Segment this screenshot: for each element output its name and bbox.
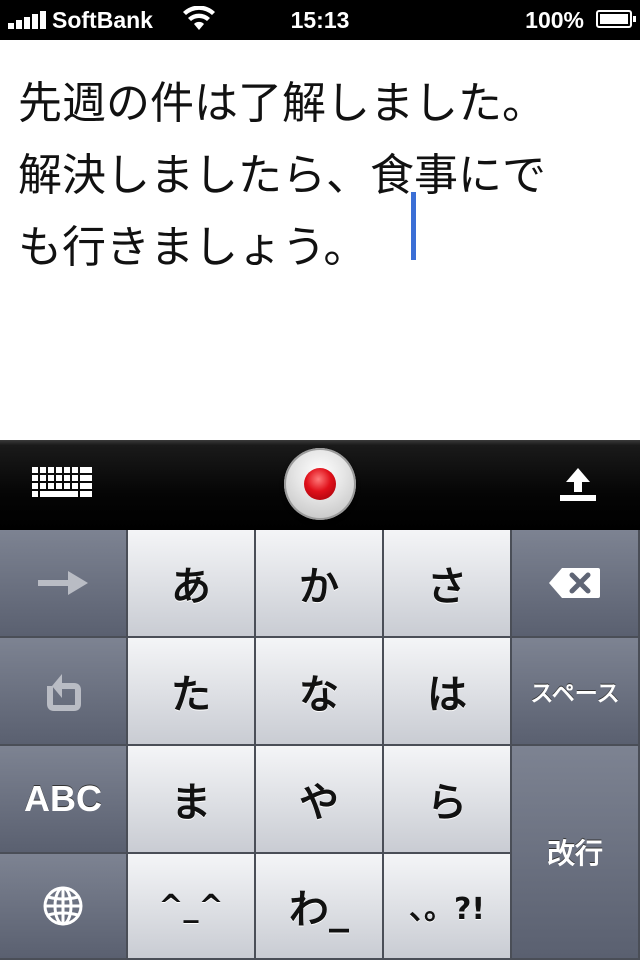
next-key[interactable] xyxy=(0,530,128,638)
note-line: も行きましょう。 xyxy=(18,222,368,273)
key-ma[interactable]: ま xyxy=(128,746,256,854)
space-key-label: スペース xyxy=(530,681,620,707)
key-ta[interactable]: た xyxy=(128,638,256,746)
text-cursor xyxy=(411,192,416,260)
key-punctuation[interactable]: 、。?! xyxy=(384,854,512,960)
key-emoticon-label: ^_^ xyxy=(158,888,224,924)
key-ta-label: た xyxy=(171,672,211,718)
key-ka-label: か xyxy=(299,564,339,610)
battery-icon xyxy=(596,10,636,28)
key-na-label: な xyxy=(299,672,339,718)
key-ha-label: は xyxy=(427,672,467,718)
key-a[interactable]: あ xyxy=(128,530,256,638)
arrow-right-icon xyxy=(38,571,88,595)
key-na[interactable]: な xyxy=(256,638,384,746)
status-bar: SoftBank 15:13 100% xyxy=(0,0,640,40)
key-wa-label: わ_ xyxy=(289,887,349,933)
enter-key[interactable]: 改行 xyxy=(512,746,640,960)
kana-keyboard: あ か さ た な は スペース ABC ま や ら 改行 ^_^ わ_ 、。?… xyxy=(0,530,640,960)
key-ma-label: ま xyxy=(171,780,211,826)
dictation-toolbar xyxy=(0,440,640,530)
undo-key[interactable] xyxy=(0,638,128,746)
key-ka[interactable]: か xyxy=(256,530,384,638)
key-ya-label: や xyxy=(299,780,339,826)
key-a-label: あ xyxy=(171,564,211,610)
note-line: 解決しましたら、食事にで xyxy=(18,150,546,201)
enter-key-label: 改行 xyxy=(546,837,603,870)
record-icon xyxy=(304,468,336,500)
globe-key[interactable] xyxy=(0,854,128,960)
upload-icon[interactable] xyxy=(558,466,598,502)
abc-key-label: ABC xyxy=(24,778,102,819)
undo-icon xyxy=(47,674,81,711)
abc-key[interactable]: ABC xyxy=(0,746,128,854)
note-text-area[interactable]: 先週の件は了解しました。 解決しましたら、食事にで も行きましょう。 xyxy=(0,40,640,440)
key-ra-label: ら xyxy=(427,780,467,826)
globe-icon xyxy=(43,886,83,926)
backspace-icon xyxy=(549,568,600,598)
key-wa[interactable]: わ_ xyxy=(256,854,384,960)
key-ha[interactable]: は xyxy=(384,638,512,746)
key-punctuation-label: 、。?! xyxy=(408,892,486,927)
keyboard-icon[interactable] xyxy=(32,467,92,499)
record-button[interactable] xyxy=(284,448,356,520)
key-ra[interactable]: ら xyxy=(384,746,512,854)
note-line: 先週の件は了解しました。 xyxy=(18,78,546,129)
space-key[interactable]: スペース xyxy=(512,638,640,746)
battery-percent: 100% xyxy=(525,7,584,33)
key-sa-label: さ xyxy=(427,564,467,610)
key-emoticon[interactable]: ^_^ xyxy=(128,854,256,960)
delete-key[interactable] xyxy=(512,530,640,638)
note-text: 先週の件は了解しました。 解決しましたら、食事にで も行きましょう。 xyxy=(18,68,618,284)
key-sa[interactable]: さ xyxy=(384,530,512,638)
key-ya[interactable]: や xyxy=(256,746,384,854)
